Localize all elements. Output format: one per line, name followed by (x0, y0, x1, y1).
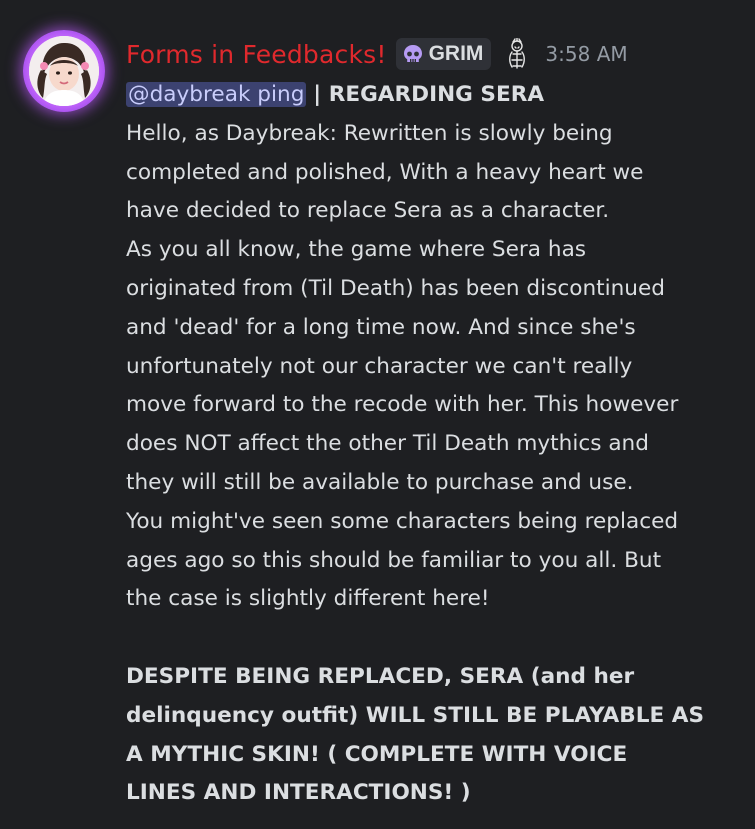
skull-icon (402, 43, 424, 65)
role-mention[interactable]: @daybreak ping (126, 82, 307, 107)
message-bold-line: delinquency outfit) WILL STILL BE PLAYAB… (126, 702, 705, 728)
sketch-figure-icon[interactable] (503, 37, 531, 70)
message-line: ages ago so this should be familiar to y… (126, 547, 662, 573)
message-line: have decided to replace Sera as a charac… (126, 198, 610, 224)
message-line: they will still be available to purchase… (126, 469, 634, 495)
message-bold-line: LINES AND INTERACTIONS! ) (126, 780, 471, 806)
message-body: @daybreak ping | REGARDING SERA Hello, a… (126, 76, 745, 813)
message-line: originated from (Til Death) has been dis… (126, 275, 665, 301)
message-line: You might've seen some characters being … (126, 508, 679, 534)
author-name[interactable]: Forms in Feedbacks! (126, 40, 387, 69)
chat-message: Forms in Feedbacks! GRIM 3:58 AM @daybre… (0, 0, 755, 829)
message-line: Hello, as Daybreak: Rewritten is slowly … (126, 120, 613, 146)
message-line: does NOT affect the other Til Death myth… (126, 431, 649, 457)
message-timestamp[interactable]: 3:58 AM (545, 42, 627, 66)
avatar[interactable] (23, 30, 105, 112)
message-content: Forms in Feedbacks! GRIM 3:58 AM @daybre… (126, 34, 745, 813)
message-line: unfortunately not our character we can't… (126, 353, 633, 379)
guild-tag-label: GRIM (428, 42, 484, 65)
message-line: move forward to the recode with her. Thi… (126, 392, 679, 418)
message-heading: | REGARDING SERA (313, 82, 545, 107)
guild-tag[interactable]: GRIM (395, 38, 492, 70)
message-first-line: @daybreak ping | REGARDING SERA (126, 76, 745, 115)
message-line: and 'dead' for a long time now. And sinc… (126, 314, 636, 340)
message-line: the case is slightly different here! (126, 586, 490, 612)
message-line: As you all know, the game where Sera has (126, 237, 587, 263)
message-line: completed and polished, With a heavy hea… (126, 159, 644, 185)
message-header: Forms in Feedbacks! GRIM 3:58 AM (126, 34, 745, 74)
message-bold-line: DESPITE BEING REPLACED, SERA (and her (126, 663, 635, 689)
avatar-image (29, 36, 99, 106)
message-bold-line: A MYTHIC SKIN! ( COMPLETE WITH VOICE (126, 741, 628, 767)
